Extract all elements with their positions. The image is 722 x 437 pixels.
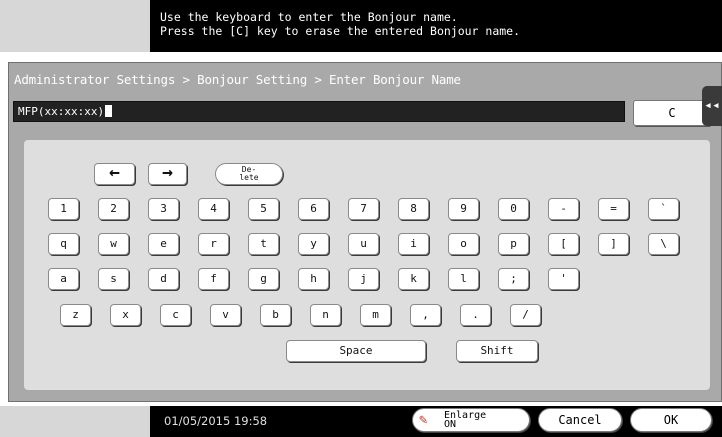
delete-key[interactable]: De-lete <box>215 163 283 185</box>
collapse-arrow-icon[interactable]: ◂◂ <box>702 86 722 126</box>
ok-button[interactable]: OK <box>630 408 712 432</box>
key-slash[interactable]: / <box>510 304 541 326</box>
key-1[interactable]: 1 <box>48 198 79 220</box>
input-value: MFP(xx:xx:xx) <box>18 105 105 118</box>
breadcrumb: Administrator Settings > Bonjour Setting… <box>14 72 461 87</box>
key-p[interactable]: p <box>498 233 529 255</box>
key-g[interactable]: g <box>248 268 279 290</box>
key-s[interactable]: s <box>98 268 129 290</box>
enlarge-display-button[interactable]: ✎ Enlarge ON <box>412 408 530 432</box>
key-a[interactable]: a <box>48 268 79 290</box>
key-j[interactable]: j <box>348 268 379 290</box>
key-9[interactable]: 9 <box>448 198 479 220</box>
key-minus[interactable]: - <box>548 198 579 220</box>
key-backslash[interactable]: \ <box>648 233 679 255</box>
key-u[interactable]: u <box>348 233 379 255</box>
key-apostrophe[interactable]: ' <box>548 268 579 290</box>
key-f[interactable]: f <box>198 268 229 290</box>
instruction-line-2: Press the [C] key to erase the entered B… <box>160 24 521 38</box>
key-equals[interactable]: = <box>598 198 629 220</box>
key-8[interactable]: 8 <box>398 198 429 220</box>
key-6[interactable]: 6 <box>298 198 329 220</box>
enlarge-display-icon: ✎ <box>419 412 428 428</box>
key-w[interactable]: w <box>98 233 129 255</box>
key-3[interactable]: 3 <box>148 198 179 220</box>
key-semicolon[interactable]: ; <box>498 268 529 290</box>
right-arrow-key[interactable]: → <box>148 163 187 185</box>
key-4[interactable]: 4 <box>198 198 229 220</box>
key-c[interactable]: c <box>160 304 191 326</box>
key-q[interactable]: q <box>48 233 79 255</box>
left-arrow-key[interactable]: ← <box>94 163 135 185</box>
instruction-message: Use the keyboard to enter the Bonjour na… <box>150 0 722 52</box>
key-comma[interactable]: , <box>410 304 441 326</box>
cancel-button[interactable]: Cancel <box>538 408 622 432</box>
key-2[interactable]: 2 <box>98 198 129 220</box>
key-period[interactable]: . <box>460 304 491 326</box>
key-z[interactable]: z <box>60 304 91 326</box>
key-right-bracket[interactable]: ] <box>598 233 629 255</box>
message-left-panel <box>0 0 150 52</box>
key-5[interactable]: 5 <box>248 198 279 220</box>
key-d[interactable]: d <box>148 268 179 290</box>
instruction-line-1: Use the keyboard to enter the Bonjour na… <box>160 10 458 24</box>
footer-left-panel <box>0 406 150 437</box>
key-k[interactable]: k <box>398 268 429 290</box>
key-o[interactable]: o <box>448 233 479 255</box>
key-i[interactable]: i <box>398 233 429 255</box>
key-v[interactable]: v <box>210 304 241 326</box>
enlarge-text: Enlarge ON <box>444 410 487 430</box>
bonjour-name-input[interactable]: MFP(xx:xx:xx) <box>13 101 625 122</box>
shift-key[interactable]: Shift <box>456 340 538 362</box>
key-n[interactable]: n <box>310 304 341 326</box>
key-m[interactable]: m <box>360 304 391 326</box>
key-0[interactable]: 0 <box>498 198 529 220</box>
key-left-bracket[interactable]: [ <box>548 233 579 255</box>
clear-button[interactable]: C <box>633 100 711 126</box>
key-h[interactable]: h <box>298 268 329 290</box>
key-backtick[interactable]: ` <box>648 198 679 220</box>
key-y[interactable]: y <box>298 233 329 255</box>
key-7[interactable]: 7 <box>348 198 379 220</box>
key-b[interactable]: b <box>260 304 291 326</box>
text-cursor <box>105 105 113 117</box>
key-r[interactable]: r <box>198 233 229 255</box>
key-x[interactable]: x <box>110 304 141 326</box>
key-l[interactable]: l <box>448 268 479 290</box>
key-e[interactable]: e <box>148 233 179 255</box>
space-key[interactable]: Space <box>286 340 426 362</box>
key-t[interactable]: t <box>248 233 279 255</box>
